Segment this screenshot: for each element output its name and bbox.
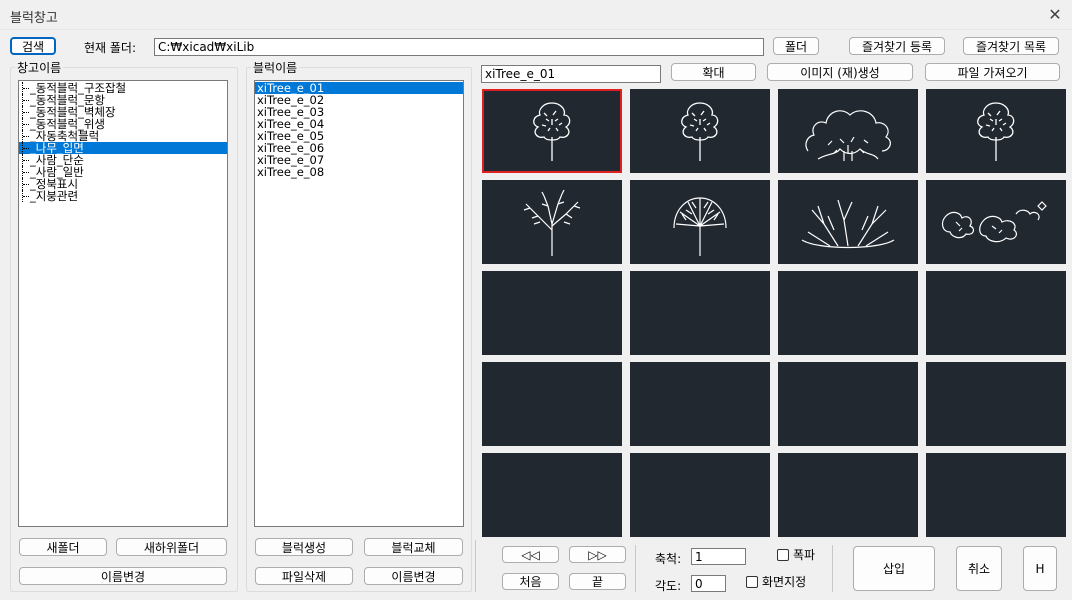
cancel-button[interactable]: 취소 xyxy=(956,546,1002,591)
empty-thumbnail-cell[interactable] xyxy=(482,271,622,355)
repo-tree-item-label: _지붕관련 xyxy=(30,189,79,203)
title-bar xyxy=(0,0,1072,30)
add-favorite-button[interactable]: 즐겨찾기 등록 xyxy=(849,37,945,55)
scale-label: 축척: xyxy=(655,552,682,566)
thumbnail-cell[interactable] xyxy=(630,180,770,264)
block-name-field[interactable]: xiTree_e_01 xyxy=(481,65,661,83)
tree-bare-icon xyxy=(523,189,581,256)
empty-thumbnail-cell[interactable] xyxy=(778,453,918,537)
scale-field[interactable]: 1 xyxy=(691,548,746,565)
block-legend: 블럭이름 xyxy=(253,61,298,75)
thumbnail-cell[interactable] xyxy=(926,180,1066,264)
empty-thumbnail-cell[interactable] xyxy=(926,362,1066,446)
replace-block-button[interactable]: 블럭교체 xyxy=(364,538,463,556)
block-list[interactable]: xiTree_e_01 xiTree_e_02 xiTree_e_03 xiTree_… xyxy=(254,80,464,527)
screen-pick-checkbox[interactable]: 화면지정 xyxy=(746,573,806,590)
tree-fan-icon xyxy=(673,197,727,256)
empty-thumbnail-cell[interactable] xyxy=(926,453,1066,537)
thumbnail-cell[interactable] xyxy=(778,89,918,173)
create-block-button[interactable]: 블럭생성 xyxy=(255,538,353,556)
new-subfolder-button[interactable]: 새하위폴더 xyxy=(116,538,227,556)
thumbnail-cell[interactable] xyxy=(482,180,622,264)
window-title: 블럭창고 xyxy=(10,11,58,26)
tree-guide-line xyxy=(22,106,30,118)
repo-tree[interactable]: _동적블럭_구조잡철 _동적블럭_문항 _동적블럭_벽체장 _동적블럭_위생 _자동축척… xyxy=(18,80,228,527)
divider xyxy=(832,545,833,592)
first-page-button[interactable]: 처음 xyxy=(502,573,559,590)
checkbox-box xyxy=(746,575,758,588)
tree-guide-line xyxy=(22,130,30,142)
tree-guide-line xyxy=(22,94,30,106)
divider xyxy=(475,540,476,592)
tree-round-icon xyxy=(533,102,571,161)
tree-guide-line xyxy=(22,190,30,202)
tree-guide-line xyxy=(22,166,30,178)
ground-cover-icon xyxy=(941,201,1047,243)
new-folder-button[interactable]: 새폴더 xyxy=(19,538,107,556)
tree-guide-line xyxy=(22,82,30,94)
empty-thumbnail-cell[interactable] xyxy=(630,362,770,446)
tree-guide-line xyxy=(22,154,30,166)
tree-round-icon xyxy=(681,102,719,161)
angle-field[interactable]: 0 xyxy=(691,575,726,592)
repo-legend: 창고이름 xyxy=(17,61,62,75)
rename-block-button[interactable]: 이름변경 xyxy=(364,567,463,585)
prev-page-button[interactable]: ◁◁ xyxy=(502,546,559,563)
search-button[interactable]: 검색 xyxy=(10,37,56,55)
tree-guide-line xyxy=(22,118,30,130)
block-list-item[interactable]: xiTree_e_08 xyxy=(255,166,463,178)
import-file-button[interactable]: 파일 가져오기 xyxy=(925,63,1060,81)
repo-tree-item[interactable]: _지붕관련 xyxy=(19,190,227,202)
empty-thumbnail-cell[interactable] xyxy=(926,271,1066,355)
angle-label: 각도: xyxy=(655,579,682,593)
tree-guide-line xyxy=(22,178,30,190)
rename-folder-button[interactable]: 이름변경 xyxy=(19,567,227,585)
empty-thumbnail-cell[interactable] xyxy=(630,453,770,537)
empty-thumbnail-cell[interactable] xyxy=(482,453,622,537)
empty-thumbnail-cell[interactable] xyxy=(482,362,622,446)
next-page-button[interactable]: ▷▷ xyxy=(569,546,626,563)
close-icon[interactable]: ✕ xyxy=(1042,3,1068,27)
explode-checkbox[interactable]: 폭파 xyxy=(777,546,815,563)
thumbnail-cell[interactable] xyxy=(630,89,770,173)
explode-label: 폭파 xyxy=(793,548,816,562)
empty-thumbnail-cell[interactable] xyxy=(778,362,918,446)
favorite-list-button[interactable]: 즐겨찾기 목록 xyxy=(963,37,1059,55)
screen-pick-label: 화면지정 xyxy=(762,575,807,589)
shrub-branch-icon xyxy=(801,199,895,249)
tree-guide-line xyxy=(22,142,30,154)
empty-thumbnail-cell[interactable] xyxy=(778,271,918,355)
insert-button[interactable]: 삽입 xyxy=(853,546,935,591)
current-folder-label: 현재 폴더: xyxy=(84,41,137,55)
tree-round-icon xyxy=(977,102,1015,161)
delete-file-button[interactable]: 파일삭제 xyxy=(255,567,353,585)
empty-thumbnail-cell[interactable] xyxy=(630,271,770,355)
help-button[interactable]: H xyxy=(1023,546,1057,591)
thumbnail-cell[interactable] xyxy=(926,89,1066,173)
current-folder-field[interactable]: C:₩xicad₩xiLib xyxy=(154,38,764,56)
regen-image-button[interactable]: 이미지 (재)생성 xyxy=(767,63,913,81)
thumbnail-cell[interactable] xyxy=(778,180,918,264)
divider xyxy=(635,545,636,592)
zoom-button[interactable]: 확대 xyxy=(671,63,756,81)
checkbox-box xyxy=(777,548,789,561)
thumbnail-cell[interactable] xyxy=(482,89,622,173)
folder-button[interactable]: 폴더 xyxy=(773,37,819,55)
tree-wide-icon xyxy=(805,110,891,161)
last-page-button[interactable]: 끝 xyxy=(569,573,626,590)
